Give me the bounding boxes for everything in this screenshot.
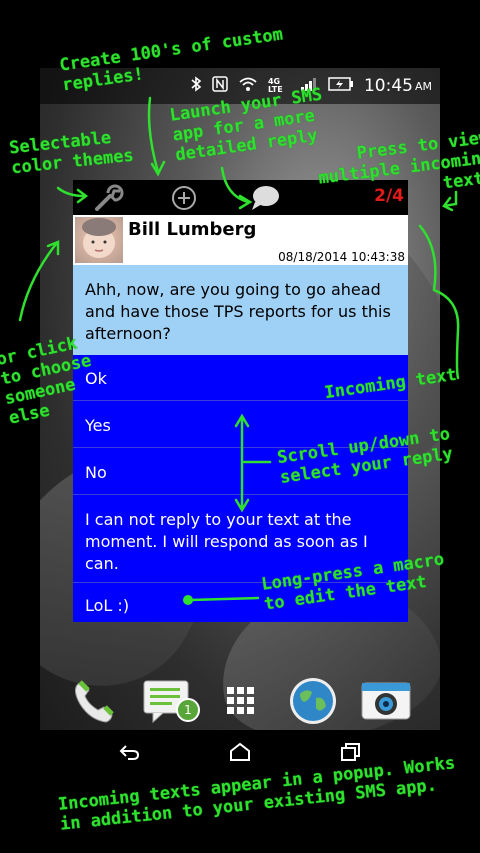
messages-app-icon[interactable]: 1 bbox=[141, 678, 200, 730]
avatar[interactable] bbox=[75, 217, 123, 263]
browser-globe-icon[interactable] bbox=[288, 676, 338, 730]
contact-name: Bill Lumberg bbox=[128, 219, 257, 240]
battery-icon bbox=[328, 77, 354, 95]
nfc-icon bbox=[212, 76, 228, 96]
camera-app-icon[interactable] bbox=[360, 679, 412, 727]
messages-badge: 1 bbox=[176, 698, 200, 722]
wrench-icon[interactable] bbox=[93, 183, 124, 213]
clock-time: 10:45 bbox=[363, 76, 413, 96]
launch-sms-icon[interactable] bbox=[249, 183, 279, 213]
home-button[interactable] bbox=[229, 742, 251, 766]
message-timestamp: 08/18/2014 10:43:38 bbox=[278, 250, 405, 264]
contact-header[interactable]: Bill Lumberg 08/18/2014 10:43:38 bbox=[73, 215, 408, 265]
incoming-message: Ahh, now, are you going to go ahead and … bbox=[73, 265, 408, 355]
app-drawer-icon[interactable] bbox=[224, 684, 258, 722]
bluetooth-icon bbox=[190, 76, 202, 96]
back-button[interactable] bbox=[118, 742, 142, 766]
badge-count: 1 bbox=[184, 703, 192, 717]
add-reply-icon[interactable] bbox=[169, 183, 199, 213]
phone-app-icon[interactable] bbox=[68, 676, 120, 732]
clock-ampm: AM bbox=[414, 79, 432, 93]
